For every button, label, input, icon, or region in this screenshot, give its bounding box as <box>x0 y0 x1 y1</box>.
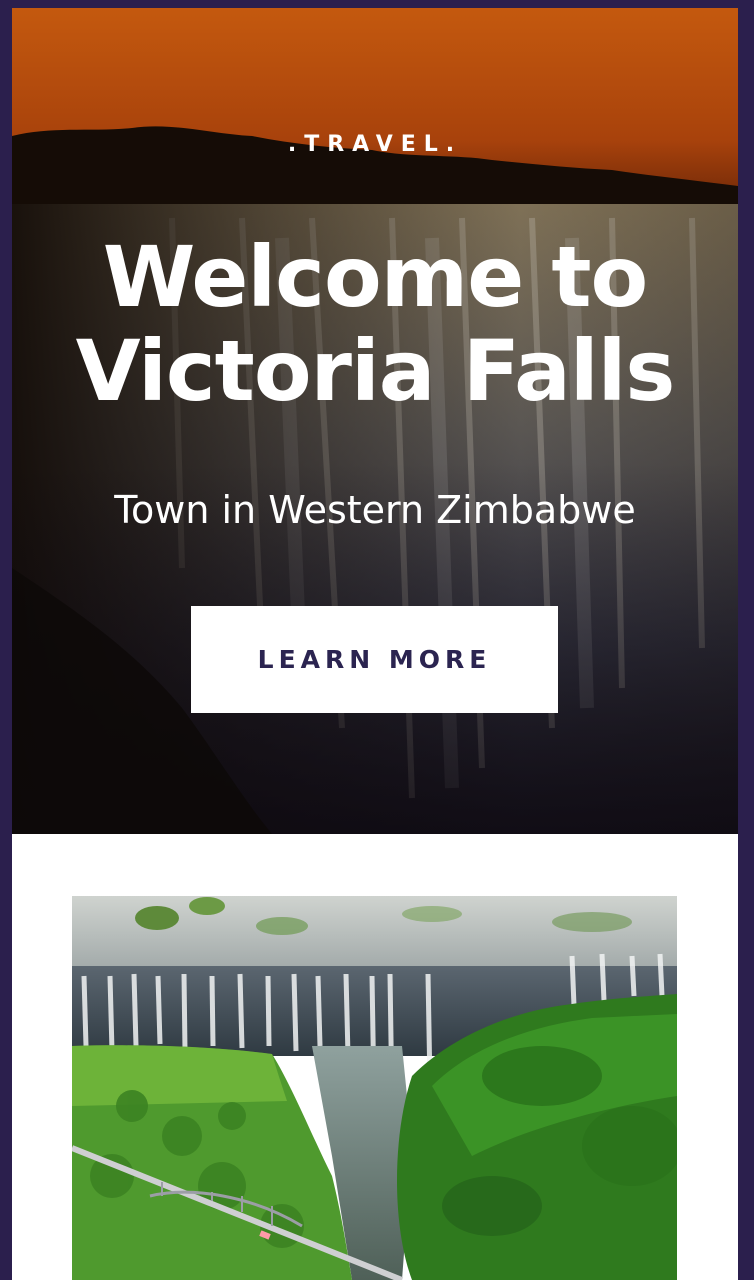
gallery-section <box>12 834 738 1280</box>
learn-more-button[interactable]: LEARN MORE <box>191 606 558 713</box>
learn-more-label: LEARN MORE <box>257 645 492 674</box>
hero-subtitle: Town in Western Zimbabwe <box>114 488 636 532</box>
page-frame: .TRAVEL. Welcome to Victoria Falls Town … <box>12 8 738 1280</box>
hero-eyebrow: .TRAVEL. <box>287 132 463 157</box>
hero-title-line1: Welcome to <box>102 228 649 326</box>
hero-section: .TRAVEL. Welcome to Victoria Falls Town … <box>12 8 738 834</box>
hero-title-line2: Victoria Falls <box>75 322 676 420</box>
hero-title: Welcome to Victoria Falls <box>12 230 738 418</box>
aerial-falls-photo <box>72 896 677 1280</box>
